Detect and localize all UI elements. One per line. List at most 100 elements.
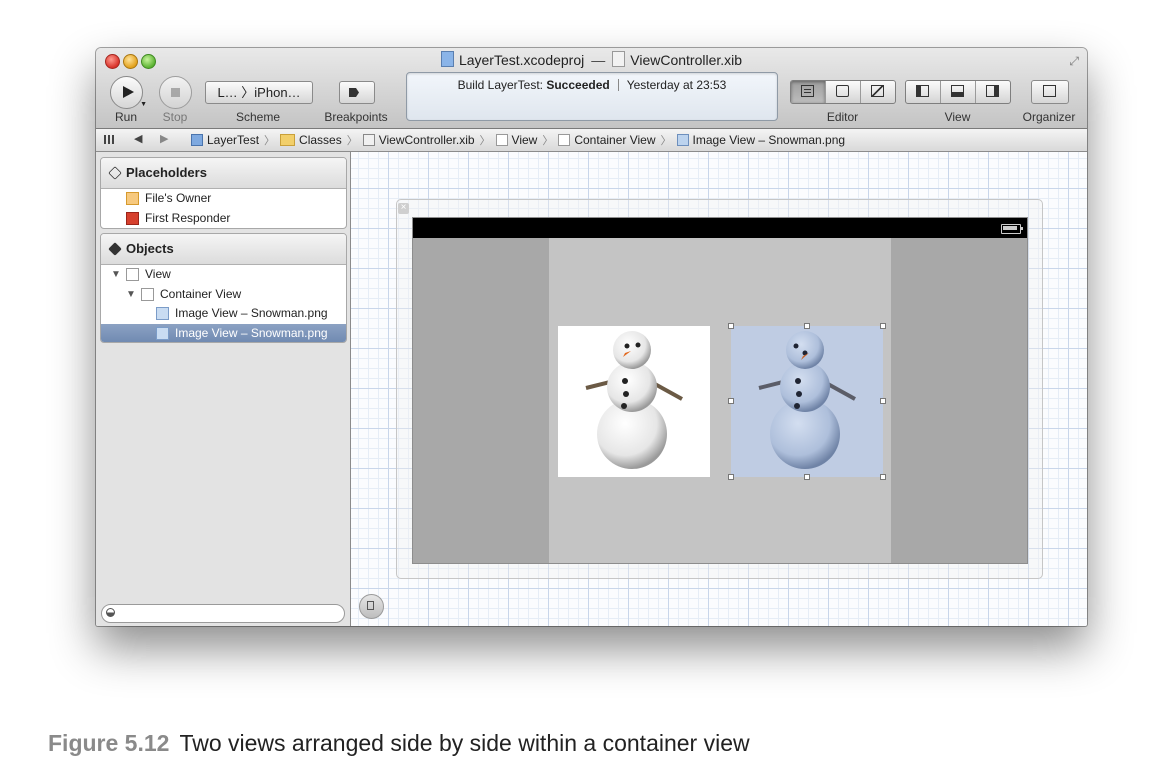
view-icon [558,134,571,146]
run-button[interactable]: ▼ [110,76,147,109]
status-bar [413,218,1027,238]
breakpoints-button[interactable] [339,81,375,104]
navigator-toggle-button[interactable] [906,81,941,103]
crumb-image-view[interactable]: Image View – Snowman.png [676,133,846,147]
interface-builder-canvas[interactable]: × [351,152,1087,626]
view-icon [495,134,508,146]
image-view-icon [156,326,169,340]
outline-item-label: Image View – Snowman.png [175,325,328,340]
battery-icon [1001,224,1023,234]
chevron-right-icon: 〉 [660,135,672,147]
stop-label: Stop [162,110,188,124]
view-icon [126,268,139,281]
right-panel-icon [986,85,999,97]
title-file: ViewController.xib [630,52,743,68]
toolbar: LayerTest.xcodeproj — ViewController.xib ⤢… [96,48,1087,129]
play-icon [123,86,134,98]
filter-icon [106,608,115,617]
outline-item-container-view[interactable]: ▼ Container View [101,285,346,305]
disclosure-triangle-icon[interactable]: ▼ [126,285,136,305]
crumb-label: Image View – Snowman.png [692,133,846,147]
outline-item-view[interactable]: ▼ View [101,265,346,285]
scheme-popup[interactable]: L… 〉iPhon… [205,81,313,104]
crumb-label: Classes [299,133,342,147]
assistant-editor-button[interactable] [826,81,861,103]
organizer-button[interactable] [1031,80,1069,104]
scheme-label: Scheme [235,110,281,124]
chevron-right-icon: 〉 [264,135,276,147]
editor-segmented-control [790,80,896,104]
breakpoint-icon [349,88,359,97]
container-view[interactable] [549,238,891,563]
window-title: LayerTest.xcodeproj — ViewController.xib [96,51,1087,68]
cube-icon [108,242,122,256]
outline-item-files-owner[interactable]: File's Owner [101,189,346,209]
figure-caption: Figure 5.12 Two views arranged side by si… [48,730,750,757]
outline-filter-field[interactable] [101,604,345,623]
outline-item-image-view-1[interactable]: Image View – Snowman.png [101,304,346,324]
organizer-icon [1043,85,1056,97]
crumb-container-view[interactable]: Container View 〉 [558,132,676,148]
outline-item-image-view-2[interactable]: Image View – Snowman.png [101,323,346,342]
title-project: LayerTest.xcodeproj [458,52,585,68]
crumb-label: LayerTest [207,133,260,147]
editor-label: Editor [826,110,859,124]
image-view-left[interactable] [558,326,710,477]
organizer-label: Organizer [1022,110,1076,124]
outline-item-label: Container View [160,286,242,301]
outline-item-first-responder[interactable]: First Responder [101,209,346,229]
project-icon [191,134,203,146]
cube-icon [108,166,122,180]
resize-handle-left[interactable] [728,398,734,404]
fullscreen-icon[interactable]: ⤢ [1069,54,1079,69]
related-items-icon[interactable] [104,135,115,144]
chevron-right-icon: 〉 [479,135,491,147]
placeholders-section: Placeholders File's Owner First Responde… [100,157,347,229]
snowman-image [585,331,683,469]
title-separator: — [591,52,606,68]
forward-button[interactable]: ▶ [160,132,168,145]
view-icon [141,287,154,301]
outline-item-label: File's Owner [145,191,212,205]
crumb-group[interactable]: Classes 〉 [280,132,363,148]
placeholders-header[interactable]: Placeholders [101,158,346,189]
objects-header[interactable]: Objects [101,234,346,265]
stop-button[interactable] [159,76,192,109]
disclosure-triangle-icon[interactable]: ▼ [111,265,121,285]
assistant-editor-icon [836,85,849,97]
crumb-project[interactable]: LayerTest 〉 [191,132,280,148]
document-outline: Placeholders File's Owner First Responde… [96,152,351,626]
crumb-view[interactable]: View 〉 [495,132,559,148]
folder-icon [280,134,296,146]
resize-handle-bottom-right[interactable] [880,474,886,480]
view-segmented-control [905,80,1011,104]
outline-item-label: First Responder [145,210,231,225]
version-editor-button[interactable] [861,81,895,103]
stop-icon [171,88,180,97]
crumb-file[interactable]: ViewController.xib 〉 [362,132,496,148]
figure-number: Figure 5.12 [48,730,170,756]
resize-handle-top-left[interactable] [728,323,734,329]
resize-handle-right[interactable] [880,398,886,404]
resize-handle-bottom-left[interactable] [728,474,734,480]
close-icon[interactable]: × [398,203,409,214]
resize-handle-bottom[interactable] [804,474,810,480]
utilities-toggle-button[interactable] [976,81,1010,103]
show-document-outline-button[interactable] [359,594,384,619]
left-panel-icon [916,85,929,97]
image-view-icon [156,307,169,320]
chevron-right-icon: 〉 [346,135,358,147]
standard-editor-button[interactable] [791,81,826,103]
activity-time: Yesterday at 23:53 [626,78,727,92]
dropdown-caret-icon: ▼ [140,101,147,108]
resize-handle-top[interactable] [804,323,810,329]
objects-section: Objects ▼ View ▼ Container View Image View… [100,233,347,343]
placeholders-title: Placeholders [126,165,207,180]
version-editor-icon [871,85,884,97]
resize-handle-top-right[interactable] [880,323,886,329]
image-view-right-selected[interactable] [728,323,886,480]
debug-area-toggle-button[interactable] [941,81,976,103]
back-button[interactable]: ◀ [134,132,142,145]
root-view[interactable] [412,217,1028,564]
files-owner-icon [126,192,139,205]
